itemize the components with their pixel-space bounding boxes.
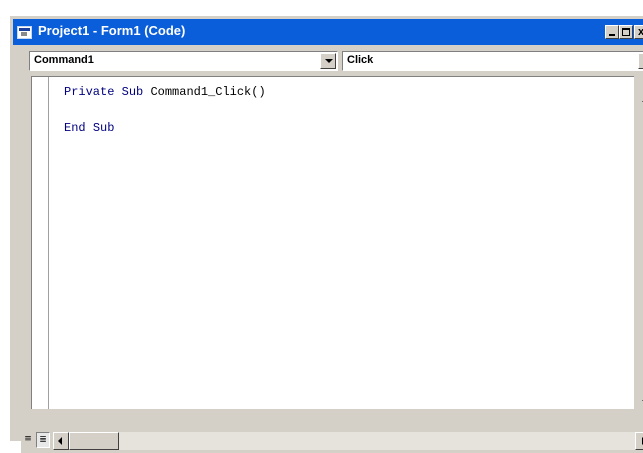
procedure-name: Command1_Click() bbox=[150, 85, 266, 99]
procedure-view-button[interactable]: ≡ bbox=[21, 432, 35, 448]
vb-form-icon[interactable] bbox=[17, 26, 32, 39]
code-line[interactable]: End Sub bbox=[64, 119, 266, 137]
object-dropdown[interactable]: Command1 bbox=[29, 51, 338, 71]
full-module-view-button[interactable]: ≣ bbox=[36, 432, 50, 448]
scroll-up-arrow-icon[interactable] bbox=[634, 92, 643, 108]
code-line-blank[interactable] bbox=[64, 101, 266, 119]
close-button[interactable]: x bbox=[634, 25, 643, 39]
keyword-end: End bbox=[64, 121, 86, 135]
scroll-left-arrow-icon[interactable] bbox=[53, 432, 69, 450]
keyword-sub: Sub bbox=[121, 85, 144, 99]
margin-indicator-bar[interactable] bbox=[32, 77, 49, 409]
maximize-button[interactable] bbox=[619, 25, 633, 39]
procedure-dropdown-value: Click bbox=[347, 54, 374, 66]
code-window: Project1 - Form1 (Code) x Command1 Click… bbox=[10, 16, 643, 453]
minimize-button[interactable] bbox=[605, 25, 619, 39]
scroll-down-arrow-icon[interactable] bbox=[634, 394, 643, 410]
procedure-dropdown-arrow-icon[interactable] bbox=[638, 53, 643, 69]
procedure-dropdown[interactable]: Click bbox=[342, 51, 643, 71]
vertical-scrollbar[interactable] bbox=[634, 76, 643, 410]
scroll-right-arrow-icon[interactable] bbox=[635, 432, 643, 450]
horizontal-scroll-thumb[interactable] bbox=[69, 432, 119, 450]
keyword-sub: Sub bbox=[92, 121, 115, 135]
code-editor[interactable]: Private Sub Command1_Click() End Sub bbox=[31, 76, 643, 409]
horizontal-scrollbar[interactable] bbox=[53, 432, 643, 450]
title-bar[interactable]: Project1 - Form1 (Code) x bbox=[13, 19, 643, 45]
window-title: Project1 - Form1 (Code) bbox=[38, 23, 186, 38]
keyword-private: Private bbox=[64, 85, 115, 99]
object-dropdown-value: Command1 bbox=[34, 54, 94, 66]
code-line[interactable]: Private Sub Command1_Click() bbox=[64, 83, 266, 101]
code-text[interactable]: Private Sub Command1_Click() End Sub bbox=[64, 83, 266, 137]
bottom-bar: ≡ ≣ bbox=[21, 429, 643, 453]
object-dropdown-arrow-icon[interactable] bbox=[320, 53, 336, 69]
close-icon: x bbox=[638, 26, 643, 38]
